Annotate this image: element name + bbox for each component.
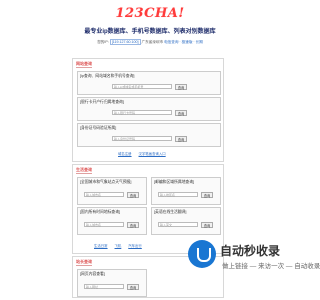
postcode-input[interactable]: 输入地区名 <box>158 192 198 197</box>
section-title: 站长查询 <box>76 259 92 266</box>
link-stroke-query[interactable]: 汉字笔画查询入口 <box>139 152 166 156</box>
watermark-title: 自动秒收录 <box>220 244 281 258</box>
card-title: [邮编和区域所属地查询] <box>154 180 195 184</box>
id-card-input[interactable]: 输入身份证号码 <box>112 136 172 141</box>
card-title: [身份证号码验证所属] <box>80 126 117 130</box>
time-input[interactable]: 输入城市名 <box>84 222 124 227</box>
ip-links[interactable]: 电信查询 · 极速版 · 长期 <box>164 40 203 44</box>
weather-card: [全国城市和气象站点天气预报] 输入城市名 查询 <box>77 177 147 205</box>
card-title: [网页内容查看] <box>80 272 105 276</box>
section-title: 网站查询 <box>76 61 92 68</box>
section-website-query: 网站查询 [ip查询、网站域名和手机号查询] 输入ip或域名或手机号 查询 [银… <box>72 58 224 162</box>
postcode-button[interactable]: 查询 <box>201 191 213 198</box>
weather-input[interactable]: 输入城市名 <box>84 192 124 197</box>
time-card: [国内所有时间地标查询] 输入城市名 查询 <box>77 207 147 235</box>
bank-card-query-card: [银行卡开户行归属地查询] 输入银行卡号码 查询 <box>77 97 221 121</box>
bank-card-button[interactable]: 查询 <box>175 109 187 116</box>
ip-prefix: 您的IP: <box>97 40 109 44</box>
link-domain-register[interactable]: 域名注册 <box>118 152 132 156</box>
postcode-card: [邮编和区域所属地查询] 输入地区名 查询 <box>151 177 221 205</box>
webpage-button[interactable]: 查询 <box>127 283 139 290</box>
id-card-button[interactable]: 查询 <box>175 135 187 142</box>
site-logo[interactable]: 123CHA! <box>0 6 300 21</box>
ip-query-button[interactable]: 查询 <box>175 83 187 90</box>
webpage-input[interactable]: 输入网址 <box>84 284 124 289</box>
card-title: [英语在线生活翻译] <box>154 210 187 214</box>
translate-card: [英语在线生活翻译] 输入英文 查询 <box>151 207 221 235</box>
section1-links: 域名注册 汉字笔画查询入口 <box>115 151 169 156</box>
watermark-subtitle: 做上链接 — 来访一次 — 自动收录 <box>222 263 320 270</box>
bank-card-input[interactable]: 输入银行卡号码 <box>112 110 172 115</box>
card-title: [银行卡开户行归属地查询] <box>80 100 124 104</box>
card-title: [ip查询、网站域名和手机号查询] <box>80 74 135 78</box>
ip-info-line: 您的IP: [119.127.60.100] 广东省深圳市 电信查询 · 极速版… <box>0 39 300 45</box>
link-flight[interactable]: 飞机 <box>115 244 122 248</box>
translate-input[interactable]: 输入英文 <box>158 222 198 227</box>
watermark-logo-icon <box>188 240 216 268</box>
site-tagline: 最专业ip数据库、手机号数据库、列表对别数据库 <box>84 29 216 35</box>
section2-links: 生活日常 飞机 汽车出行 <box>91 243 145 248</box>
auto-index-watermark: 自动秒收录 做上链接 — 来访一次 — 自动收录 <box>188 236 320 276</box>
section-title: 生活查询 <box>76 167 92 174</box>
current-ip: [119.127.60.100] <box>109 39 141 45</box>
card-title: [国内所有时间地标查询] <box>80 210 121 214</box>
link-travel[interactable]: 汽车出行 <box>128 244 142 248</box>
card-title: [全国城市和气象站点天气预报] <box>80 180 132 184</box>
ip-region: 广东省深圳市 <box>141 40 164 44</box>
time-button[interactable]: 查询 <box>127 221 139 228</box>
id-card-query-card: [身份证号码验证所属] 输入身份证号码 查询 <box>77 123 221 147</box>
link-life[interactable]: 生活日常 <box>94 244 108 248</box>
ip-query-input[interactable]: 输入ip或域名或手机号 <box>112 84 172 89</box>
ip-query-card: [ip查询、网站域名和手机号查询] 输入ip或域名或手机号 查询 <box>77 71 221 95</box>
weather-button[interactable]: 查询 <box>127 191 139 198</box>
translate-button[interactable]: 查询 <box>201 221 213 228</box>
webpage-view-card: [网页内容查看] 输入网址 查询 <box>77 269 147 297</box>
